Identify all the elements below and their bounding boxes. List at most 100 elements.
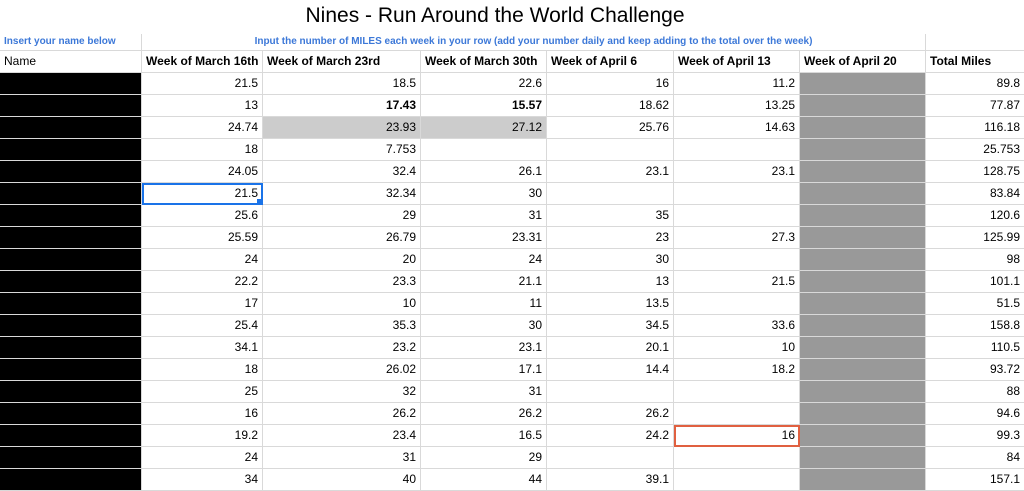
cell-week-apr6[interactable]: 18.62 <box>547 95 674 117</box>
cell-week-apr13[interactable] <box>674 293 800 315</box>
cell-week-apr6[interactable] <box>547 447 674 469</box>
name-hint-cell[interactable]: Insert your name below <box>0 34 142 51</box>
cell-week-apr13[interactable] <box>674 183 800 205</box>
cell-week-mar30[interactable]: 23.1 <box>421 337 547 359</box>
cell-week-apr13[interactable] <box>674 469 800 491</box>
cell-total-miles[interactable]: 93.72 <box>926 359 1024 381</box>
cell-week-apr13[interactable]: 10 <box>674 337 800 359</box>
cell-week-apr13[interactable]: 33.6 <box>674 315 800 337</box>
cell-week-apr6[interactable]: 24.2 <box>547 425 674 447</box>
cell-week-apr20[interactable] <box>800 139 926 161</box>
cell-name[interactable] <box>0 315 142 337</box>
cell-week-apr6[interactable]: 25.76 <box>547 117 674 139</box>
cell-week-apr13[interactable] <box>674 205 800 227</box>
cell-week-apr6[interactable]: 23 <box>547 227 674 249</box>
cell-week-apr20[interactable] <box>800 117 926 139</box>
cell-week-apr13[interactable]: 11.2 <box>674 73 800 95</box>
cell-week-mar30[interactable]: 21.1 <box>421 271 547 293</box>
cell-week-apr13[interactable] <box>674 447 800 469</box>
cell-week-mar30[interactable]: 31 <box>421 381 547 403</box>
cell-week-apr20[interactable] <box>800 205 926 227</box>
cell-week-mar23[interactable]: 7.753 <box>263 139 421 161</box>
cell-total-miles[interactable]: 99.3 <box>926 425 1024 447</box>
cell-week-mar16[interactable]: 24.74 <box>142 117 263 139</box>
cell-week-apr20[interactable] <box>800 183 926 205</box>
cell-week-apr6[interactable]: 16 <box>547 73 674 95</box>
cell-week-mar16[interactable]: 18 <box>142 139 263 161</box>
header-week-apr20[interactable]: Week of April 20 <box>800 51 926 73</box>
cell-week-apr6[interactable] <box>547 139 674 161</box>
cell-week-mar30[interactable]: 26.2 <box>421 403 547 425</box>
cell-week-mar16[interactable]: 13 <box>142 95 263 117</box>
header-week-mar23[interactable]: Week of March 23rd <box>263 51 421 73</box>
cell-week-mar23[interactable]: 10 <box>263 293 421 315</box>
cell-week-apr20[interactable] <box>800 359 926 381</box>
cell-name[interactable] <box>0 403 142 425</box>
cell-week-apr6[interactable]: 35 <box>547 205 674 227</box>
cell-week-mar30[interactable]: 11 <box>421 293 547 315</box>
cell-week-mar30[interactable]: 30 <box>421 315 547 337</box>
cell-week-apr20[interactable] <box>800 95 926 117</box>
cell-week-apr6[interactable] <box>547 381 674 403</box>
cell-week-apr6[interactable]: 20.1 <box>547 337 674 359</box>
cell-week-mar30[interactable]: 27.12 <box>421 117 547 139</box>
cell-week-mar23[interactable]: 23.4 <box>263 425 421 447</box>
cell-week-mar16[interactable]: 25 <box>142 381 263 403</box>
cell-week-apr13[interactable] <box>674 381 800 403</box>
cell-total-miles[interactable]: 125.99 <box>926 227 1024 249</box>
cell-week-apr20[interactable] <box>800 403 926 425</box>
header-week-apr13[interactable]: Week of April 13 <box>674 51 800 73</box>
cell-week-mar30[interactable]: 17.1 <box>421 359 547 381</box>
cell-week-apr20[interactable] <box>800 73 926 95</box>
cell-name[interactable] <box>0 271 142 293</box>
cell-week-mar30[interactable]: 22.6 <box>421 73 547 95</box>
cell-week-apr13[interactable]: 21.5 <box>674 271 800 293</box>
cell-week-apr20[interactable] <box>800 381 926 403</box>
cell-week-mar30[interactable]: 15.57 <box>421 95 547 117</box>
cell-week-mar16[interactable]: 25.6 <box>142 205 263 227</box>
cell-name[interactable] <box>0 337 142 359</box>
cell-week-mar23[interactable]: 23.2 <box>263 337 421 359</box>
cell-week-mar16[interactable]: 24 <box>142 447 263 469</box>
cell-total-miles[interactable]: 98 <box>926 249 1024 271</box>
cell-total-miles[interactable]: 128.75 <box>926 161 1024 183</box>
cell-total-miles[interactable]: 88 <box>926 381 1024 403</box>
cell-name[interactable] <box>0 117 142 139</box>
cell-name[interactable] <box>0 293 142 315</box>
miles-hint-cell[interactable]: Input the number of MILES each week in y… <box>142 34 926 51</box>
cell-week-apr20[interactable] <box>800 271 926 293</box>
cell-name[interactable] <box>0 469 142 491</box>
cell-week-apr20[interactable] <box>800 337 926 359</box>
cell-week-mar23[interactable]: 35.3 <box>263 315 421 337</box>
cell-week-mar23[interactable]: 31 <box>263 447 421 469</box>
cell-week-apr13[interactable]: 23.1 <box>674 161 800 183</box>
cell-week-apr6[interactable]: 34.5 <box>547 315 674 337</box>
header-name[interactable]: Name <box>0 51 142 73</box>
cell-name[interactable] <box>0 205 142 227</box>
cell-name[interactable] <box>0 249 142 271</box>
cell-week-apr20[interactable] <box>800 227 926 249</box>
cell-name[interactable] <box>0 359 142 381</box>
header-week-mar16[interactable]: Week of March 16th <box>142 51 263 73</box>
cell-week-apr20[interactable] <box>800 161 926 183</box>
cell-week-mar16[interactable]: 17 <box>142 293 263 315</box>
cell-name[interactable] <box>0 161 142 183</box>
cell-week-mar23[interactable]: 23.3 <box>263 271 421 293</box>
cell-week-mar23[interactable]: 40 <box>263 469 421 491</box>
cell-week-apr13[interactable]: 27.3 <box>674 227 800 249</box>
cell-week-apr6[interactable]: 39.1 <box>547 469 674 491</box>
cell-week-apr13[interactable]: 14.63 <box>674 117 800 139</box>
cell-week-apr20[interactable] <box>800 469 926 491</box>
cell-week-mar16[interactable]: 34.1 <box>142 337 263 359</box>
cell-name[interactable] <box>0 227 142 249</box>
cell-total-miles[interactable]: 101.1 <box>926 271 1024 293</box>
cell-week-apr13[interactable]: 13.25 <box>674 95 800 117</box>
cell-week-apr20[interactable] <box>800 249 926 271</box>
cell-total-miles[interactable]: 83.84 <box>926 183 1024 205</box>
cell-week-mar16[interactable]: 34 <box>142 469 263 491</box>
cell-week-apr13[interactable]: 18.2 <box>674 359 800 381</box>
cell-name[interactable] <box>0 95 142 117</box>
cell-week-mar16[interactable]: 24.05 <box>142 161 263 183</box>
cell-name[interactable] <box>0 139 142 161</box>
cell-week-mar30[interactable]: 24 <box>421 249 547 271</box>
